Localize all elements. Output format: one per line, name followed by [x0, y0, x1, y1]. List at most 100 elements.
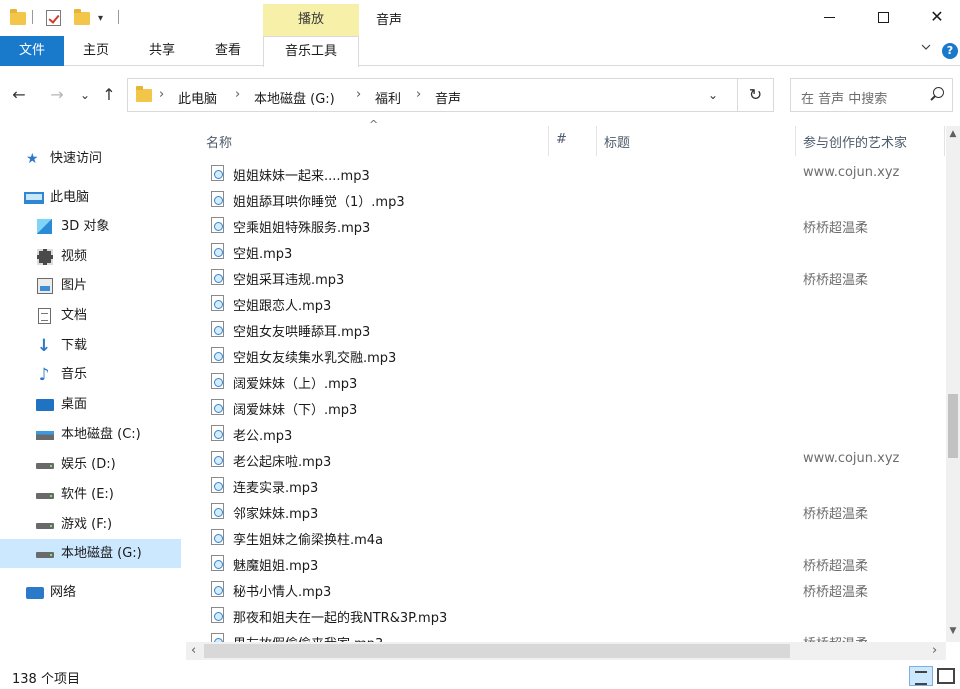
maximize-button[interactable] [860, 0, 906, 34]
refresh-button[interactable]: ↻ [738, 78, 774, 112]
up-button[interactable]: ↑ [98, 84, 120, 106]
file-row[interactable]: 老公.mp3 [186, 420, 946, 446]
breadcrumb-separator[interactable]: › [235, 87, 240, 102]
file-name[interactable]: 姐姐舔耳哄你睡觉（1）.mp3 [233, 191, 405, 210]
sidebar-item-videos[interactable]: 视频 [0, 242, 181, 271]
expand-ribbon-chevron-icon[interactable] [921, 42, 931, 52]
tab-home[interactable]: 主页 [68, 36, 124, 66]
file-row[interactable]: 空姐跟恋人.mp3 [186, 290, 946, 316]
scroll-down-arrow-icon[interactable]: ▼ [946, 626, 960, 636]
sidebar-item-documents[interactable]: 文档 [0, 301, 181, 330]
sidebar-item-drive-e[interactable]: 软件 (E:) [0, 480, 181, 509]
breadcrumb-drive-g[interactable]: 本地磁盘 (G:) [254, 88, 335, 107]
file-row[interactable]: 孪生姐妹之偷梁换柱.m4a [186, 524, 946, 550]
file-name[interactable]: 邻家妹妹.mp3 [233, 503, 318, 522]
file-name[interactable]: 空姐女友续集水乳交融.mp3 [233, 347, 396, 366]
tab-file[interactable]: 文件 [0, 36, 64, 66]
file-name[interactable]: 秘书小情人.mp3 [233, 581, 331, 600]
scroll-left-arrow-icon[interactable]: ‹ [191, 642, 196, 660]
sidebar-item-drive-d[interactable]: 娱乐 (D:) [0, 450, 181, 479]
file-name[interactable]: 连麦实录.mp3 [233, 477, 318, 496]
file-name[interactable]: 阔爱妹妹（下）.mp3 [233, 399, 357, 418]
sidebar-item-drive-g[interactable]: 本地磁盘 (G:) [0, 539, 181, 568]
breadcrumb-separator[interactable]: › [416, 87, 421, 102]
tab-share[interactable]: 共享 [134, 36, 190, 66]
forward-button[interactable]: → [46, 84, 68, 106]
customize-toolbar-icon[interactable]: ▾ [98, 8, 103, 28]
file-name[interactable]: 孪生姐妹之偷梁换柱.m4a [233, 529, 383, 548]
file-row[interactable]: 空姐采耳违规.mp3 桥桥超温柔 [186, 264, 946, 290]
address-bar[interactable]: › 此电脑 › 本地磁盘 (G:) › 福利 › 音声 ⌄ [127, 78, 738, 112]
breadcrumb-separator[interactable]: › [356, 87, 361, 102]
sidebar-item-quick-access[interactable]: ★ 快速访问 [0, 144, 181, 173]
file-row[interactable]: 空姐.mp3 [186, 238, 946, 264]
column-header-title[interactable]: 标题 [604, 132, 630, 151]
sidebar-item-network[interactable]: 网络 [0, 578, 181, 607]
details-view-icon[interactable] [909, 666, 933, 686]
recent-locations-button[interactable]: ⌄ [74, 84, 96, 106]
file-row[interactable]: 阔爱妹妹（上）.mp3 [186, 368, 946, 394]
horizontal-scroll-thumb[interactable] [204, 644, 790, 658]
file-name[interactable]: 那夜和姐夫在一起的我NTR&3P.mp3 [233, 607, 447, 626]
file-row[interactable]: 空姐女友续集水乳交融.mp3 [186, 342, 946, 368]
close-button[interactable]: ✕ [914, 0, 960, 34]
file-row[interactable]: 连麦实录.mp3 [186, 472, 946, 498]
file-row[interactable]: 邻家妹妹.mp3 桥桥超温柔 [186, 498, 946, 524]
tab-view[interactable]: 查看 [200, 36, 256, 66]
tab-music-tools[interactable]: 音乐工具 [263, 36, 359, 67]
help-icon[interactable]: ? [942, 43, 958, 59]
sidebar-item-drive-f[interactable]: 游戏 (F:) [0, 510, 181, 539]
file-row[interactable]: 空姐女友哄睡舔耳.mp3 [186, 316, 946, 342]
address-dropdown-icon[interactable]: ⌄ [708, 88, 718, 102]
file-row[interactable]: 姐姐妹妹一起来....mp3 www.cojun.xyz [186, 160, 946, 186]
search-box[interactable]: 在 音声 中搜索 [790, 78, 953, 112]
sidebar-item-drive-c[interactable]: 本地磁盘 (C:) [0, 420, 181, 449]
file-row[interactable]: 秘书小情人.mp3 桥桥超温柔 [186, 576, 946, 602]
vertical-scrollbar[interactable]: ▲ ▼ [946, 126, 960, 642]
scroll-right-arrow-icon[interactable]: › [932, 642, 937, 660]
file-row[interactable]: 那夜和姐夫在一起的我NTR&3P.mp3 [186, 602, 946, 628]
context-tab-play[interactable]: 播放 [263, 4, 359, 36]
file-name[interactable]: 老公.mp3 [233, 425, 292, 444]
file-row[interactable]: 魅魔姐姐.mp3 桥桥超温柔 [186, 550, 946, 576]
back-button[interactable]: ← [8, 84, 30, 106]
vertical-scroll-thumb[interactable] [948, 394, 958, 458]
breadcrumb-current-folder[interactable]: 音声 [435, 88, 461, 107]
breadcrumb-fuli[interactable]: 福利 [375, 88, 401, 107]
sidebar-item-desktop[interactable]: 桌面 [0, 390, 181, 419]
column-divider[interactable] [596, 126, 597, 156]
file-name[interactable]: 空姐女友哄睡舔耳.mp3 [233, 321, 370, 340]
file-row[interactable]: 阔爱妹妹（下）.mp3 [186, 394, 946, 420]
breadcrumb-separator[interactable]: › [159, 87, 164, 102]
file-name[interactable]: 空姐跟恋人.mp3 [233, 295, 331, 314]
column-header-contributing-artists[interactable]: 参与创作的艺术家 [803, 132, 907, 151]
column-header-number[interactable]: # [556, 132, 567, 147]
column-divider[interactable] [795, 126, 796, 156]
search-input[interactable]: 在 音声 中搜索 [801, 88, 887, 107]
properties-check-icon[interactable] [46, 8, 61, 28]
minimize-button[interactable] [806, 0, 852, 34]
file-name[interactable]: 阔爱妹妹（上）.mp3 [233, 373, 357, 392]
column-divider[interactable] [944, 126, 945, 156]
file-name[interactable]: 姐姐妹妹一起来....mp3 [233, 165, 370, 184]
file-name[interactable]: 空姐.mp3 [233, 243, 292, 262]
sidebar-item-this-pc[interactable]: 此电脑 [0, 183, 181, 212]
scroll-up-arrow-icon[interactable]: ▲ [946, 129, 960, 139]
search-icon[interactable] [929, 87, 944, 101]
column-header-name[interactable]: 名称 [206, 132, 232, 151]
file-row[interactable]: 空乘姐姐特殊服务.mp3 桥桥超温柔 [186, 212, 946, 238]
file-name[interactable]: 男友故假偷偷来我家.mp3 [233, 633, 383, 642]
file-name[interactable]: 空乘姐姐特殊服务.mp3 [233, 217, 370, 236]
horizontal-scrollbar[interactable]: ‹ › [186, 642, 946, 660]
breadcrumb-this-pc[interactable]: 此电脑 [178, 88, 217, 107]
large-icons-view-icon[interactable] [937, 668, 955, 684]
file-name[interactable]: 空姐采耳违规.mp3 [233, 269, 344, 288]
new-folder-icon[interactable] [74, 8, 90, 28]
file-name[interactable]: 老公起床啦.mp3 [233, 451, 331, 470]
file-name[interactable]: 魅魔姐姐.mp3 [233, 555, 318, 574]
sidebar-item-pictures[interactable]: 图片 [0, 271, 181, 300]
file-row[interactable]: 姐姐舔耳哄你睡觉（1）.mp3 [186, 186, 946, 212]
sidebar-item-music[interactable]: ♪ 音乐 [0, 360, 181, 389]
sidebar-item-3d-objects[interactable]: 3D 对象 [0, 212, 181, 241]
sidebar-item-downloads[interactable]: ↓ 下载 [0, 331, 181, 360]
